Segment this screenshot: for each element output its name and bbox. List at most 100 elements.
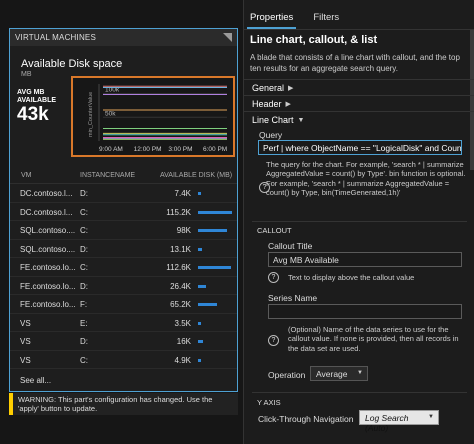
vm-name: VS	[20, 318, 31, 328]
y-axis-section-title[interactable]: Y AXIS	[257, 398, 281, 407]
callout-label: AVG MB AVAILABLE	[17, 89, 57, 104]
instance-name: D:	[80, 337, 88, 346]
dashboard-area: VIRTUAL MACHINES Available Disk space MB…	[0, 0, 243, 444]
list-item[interactable]: FE.contoso.lo... C: 112.6K	[10, 258, 237, 277]
disk-value: 115.2K	[166, 207, 191, 217]
instance-name: C:	[80, 226, 88, 235]
instance-name: E:	[80, 318, 88, 328]
chevron-down-icon: ▼	[428, 414, 434, 420]
tile-title: VIRTUAL MACHINES	[15, 33, 96, 42]
list-item[interactable]: VS D: 16K	[10, 332, 237, 351]
instance-name: D:	[80, 244, 88, 254]
callout-title-input[interactable]: Avg MB Available	[268, 252, 462, 267]
click-through-select[interactable]: Log Search (Auto) ▼	[359, 410, 439, 433]
instance-name: D:	[80, 281, 88, 291]
tab-filters[interactable]: Filters	[313, 12, 339, 29]
chevron-right-icon: ▶	[288, 85, 294, 92]
instance-name: F:	[80, 300, 88, 309]
vm-name: DC.contoso.l...	[20, 207, 73, 217]
disk-bar	[198, 284, 206, 288]
disk-bar	[198, 321, 201, 325]
properties-blade: Properties Filters Line chart, callout, …	[243, 0, 474, 444]
click-through-label: Click-Through Navigation	[258, 414, 354, 424]
instance-name: D:	[80, 189, 88, 198]
section-general[interactable]: General ▶	[244, 79, 474, 95]
vm-name: VS	[20, 337, 31, 346]
blade-tabs: Properties Filters	[244, 0, 474, 30]
disk-value: 26.4K	[170, 281, 191, 291]
disk-bar	[198, 358, 201, 362]
tile-header: VIRTUAL MACHINES	[10, 29, 237, 46]
vm-name: DC.contoso.l...	[20, 189, 73, 198]
vm-name: SQL.contoso....	[20, 244, 76, 254]
query-label: Query	[259, 130, 283, 140]
list-item[interactable]: DC.contoso.l... D: 7.4K	[10, 184, 237, 203]
grid-header: VM INSTANCENAME AVAILABLE DISK (MB)	[10, 167, 237, 184]
disk-value: 98K	[176, 226, 191, 235]
list-item[interactable]: VS E: 3.5K	[10, 314, 237, 332]
section-line-chart[interactable]: Line Chart ▼	[244, 111, 474, 127]
instance-name: C:	[80, 263, 88, 272]
list-item[interactable]: VS C: 4.9K	[10, 351, 237, 369]
disk-value: 13.1K	[170, 244, 191, 254]
disk-bar	[198, 340, 203, 343]
chart-title: Available Disk space	[21, 58, 123, 70]
section-general-label: General	[252, 83, 285, 93]
callout-section-title: CALLOUT	[257, 226, 292, 235]
disk-value: 7.4K	[174, 189, 191, 198]
section-header[interactable]: Header ▶	[244, 95, 474, 111]
series-help-text: (Optional) Name of the data series to us…	[288, 325, 459, 353]
column-header-vm[interactable]: VM	[21, 172, 32, 179]
operation-select[interactable]: Average ▼	[310, 366, 368, 381]
vm-name: FE.contoso.lo...	[20, 300, 76, 309]
line-chart[interactable]: 100k 50k min_CounterValue 9:00 AM 12:00 PM 3:…	[71, 76, 235, 157]
callout-value: 43k	[17, 104, 49, 125]
list-item[interactable]: SQL.contoso.... C: 98K	[10, 221, 237, 240]
section-header-label: Header	[252, 99, 282, 109]
x-tick-label: 3:00 PM	[168, 146, 192, 153]
series-name-label: Series Name	[268, 293, 318, 303]
disk-bar	[198, 210, 232, 214]
disk-value: 4.9K	[174, 355, 191, 365]
disk-bar	[198, 303, 217, 306]
callout-title-label: Callout Title	[268, 241, 313, 251]
chart-unit: MB	[21, 71, 32, 78]
query-input[interactable]: Perf | where ObjectName == "LogicalDisk"…	[258, 140, 462, 155]
list-item[interactable]: DC.contoso.l... C: 115.2K	[10, 203, 237, 221]
divider	[252, 392, 467, 393]
section-line-chart-label: Line Chart	[252, 115, 294, 125]
config-warning: WARNING: This part's configuration has c…	[9, 393, 238, 415]
blade-description: A blade that consists of a line chart wi…	[250, 53, 460, 73]
help-icon: ?	[268, 272, 279, 283]
instance-name: C:	[80, 207, 88, 217]
column-header-instance[interactable]: INSTANCENAME	[80, 172, 135, 179]
see-all-link[interactable]: See all...	[20, 376, 51, 385]
tab-properties[interactable]: Properties	[246, 12, 297, 29]
blade-title: Line chart, callout, & list	[250, 34, 378, 46]
resize-handle-icon[interactable]	[223, 33, 232, 42]
virtual-machines-tile[interactable]: VIRTUAL MACHINES Available Disk space MB…	[9, 28, 238, 392]
y-tick-label: 50k	[105, 110, 116, 117]
x-tick-label: 6:00 PM	[203, 146, 227, 153]
help-icon: ?	[268, 335, 279, 346]
vm-name: FE.contoso.lo...	[20, 263, 76, 272]
operation-label: Operation	[268, 370, 306, 380]
chevron-right-icon: ▶	[285, 101, 291, 108]
column-header-disk[interactable]: AVAILABLE DISK (MB)	[160, 172, 232, 179]
results-list: DC.contoso.l... D: 7.4K DC.contoso.l... C: 11…	[10, 184, 237, 369]
callout-title-help-text: Text to display above the callout value	[288, 273, 415, 282]
divider	[252, 221, 467, 222]
series-name-input[interactable]	[268, 304, 462, 319]
list-item[interactable]: FE.contoso.lo... D: 26.4K	[10, 277, 237, 295]
disk-value: 16K	[176, 337, 191, 346]
list-item[interactable]: FE.contoso.lo... F: 65.2K	[10, 295, 237, 314]
disk-bar	[198, 266, 231, 269]
x-tick-label: 9:00 AM	[99, 146, 123, 153]
instance-name: C:	[80, 355, 88, 365]
y-axis-label: min_CounterValue	[88, 92, 94, 137]
vm-name: VS	[20, 355, 31, 365]
line-chart-svg: 100k50kmin_CounterValue9:00 AM 12:00 PM 3:…	[88, 84, 227, 153]
x-tick-label: 12:00 PM	[134, 146, 162, 153]
list-item[interactable]: SQL.contoso.... D: 13.1K	[10, 240, 237, 258]
query-help-text: The query for the chart. For example, 's…	[266, 160, 466, 198]
